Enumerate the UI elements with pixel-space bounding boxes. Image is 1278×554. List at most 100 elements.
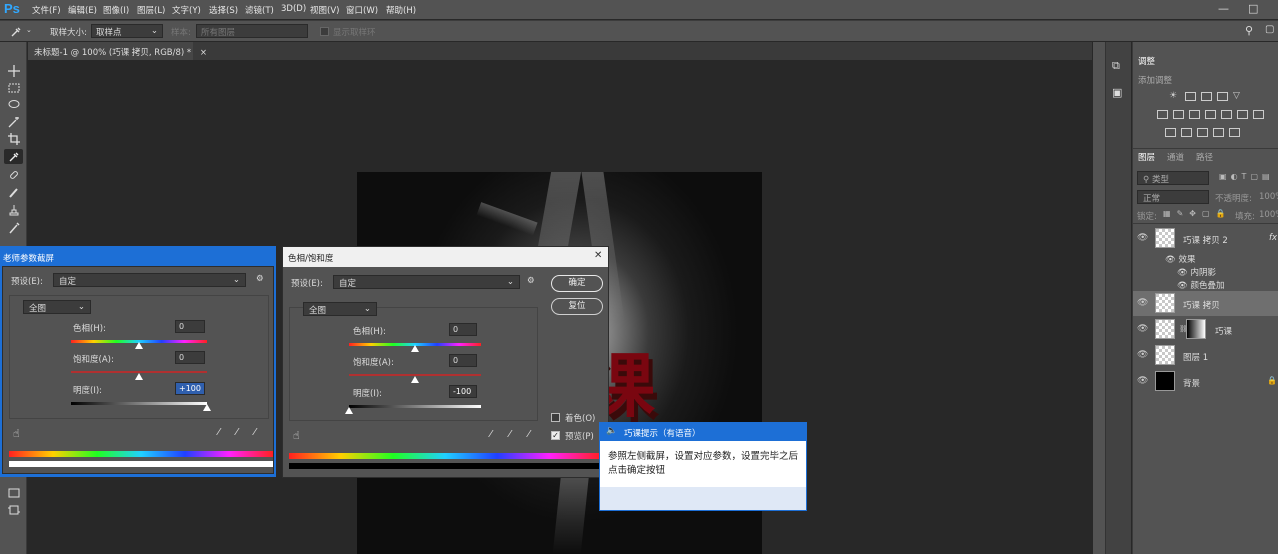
levels-icon[interactable]	[1185, 92, 1196, 101]
visibility-eye-icon[interactable]: 👁	[1137, 324, 1148, 334]
layer-row[interactable]: 👁 巧课 拷贝 2 fx	[1133, 226, 1278, 251]
layer-mask-thumbnail[interactable]	[1186, 319, 1206, 339]
target-adjust-hand-icon[interactable]: ☝	[293, 429, 300, 442]
visibility-eye-icon[interactable]: 👁	[1137, 233, 1148, 243]
visibility-eye-icon[interactable]: 👁	[1137, 298, 1148, 308]
smart-filter-icon[interactable]: ▤	[1262, 172, 1270, 181]
fx-icon[interactable]: fx	[1269, 233, 1277, 243]
workspace-icon[interactable]: ▢	[1265, 24, 1274, 35]
tab-layers[interactable]: 图层	[1138, 151, 1155, 163]
layer-row[interactable]: 👁 图层 1	[1133, 343, 1278, 368]
threshold-icon[interactable]	[1197, 128, 1208, 137]
exposure-icon[interactable]	[1217, 92, 1228, 101]
eyedropper-icon[interactable]: ⁄	[490, 429, 492, 440]
menu-layer[interactable]: 图层(L)	[137, 4, 165, 16]
brush-tool-icon[interactable]	[4, 184, 23, 199]
lock-transparent-icon[interactable]: ▦	[1163, 209, 1171, 218]
color-balance-icon[interactable]	[1173, 110, 1184, 119]
menu-edit[interactable]: 编辑(E)	[68, 4, 97, 16]
properties-panel-icon[interactable]: ▣	[1112, 86, 1122, 99]
brightness-icon[interactable]: ☀	[1169, 92, 1180, 101]
shape-filter-icon[interactable]: ▢	[1250, 172, 1258, 181]
adjust-filter-icon[interactable]: ◐	[1231, 172, 1238, 181]
crop-tool-icon[interactable]	[4, 131, 23, 146]
lightness-slider-thumb[interactable]	[345, 407, 353, 414]
document-tab[interactable]: 未标题-1 @ 100% (巧课 拷贝, RGB/8) * ×	[28, 42, 207, 60]
saturation-input[interactable]: 0	[449, 354, 477, 367]
preset-select[interactable]: 自定 ⌄	[333, 275, 520, 289]
layer-row[interactable]: 👁 背景 🔒	[1133, 369, 1278, 394]
lock-artboard-icon[interactable]: ▢	[1202, 209, 1210, 218]
lock-position-icon[interactable]: ✥	[1189, 209, 1196, 218]
ok-button[interactable]: 确定	[551, 275, 603, 292]
effect-color-overlay-row[interactable]: 👁 颜色叠加	[1177, 279, 1225, 291]
reset-button[interactable]: 复位	[551, 298, 603, 315]
lock-image-icon[interactable]: ✎	[1177, 209, 1184, 218]
eyedropper-icon[interactable]	[10, 26, 22, 38]
effect-inner-shadow-row[interactable]: 👁 内阴影	[1177, 266, 1216, 278]
saturation-slider-thumb[interactable]	[411, 376, 419, 383]
menu-filter[interactable]: 滤镜(T)	[245, 4, 274, 16]
color-lookup-icon[interactable]	[1237, 110, 1248, 119]
menu-view[interactable]: 视图(V)	[310, 4, 339, 16]
channel-mixer-icon[interactable]	[1221, 110, 1232, 119]
menu-image[interactable]: 图像(I)	[103, 4, 129, 16]
hue-saturation-icon[interactable]	[1157, 110, 1168, 119]
close-dialog-icon[interactable]: ✕	[594, 250, 602, 261]
marquee-tool-icon[interactable]	[4, 80, 23, 95]
curves-icon[interactable]	[1201, 92, 1212, 101]
eyedropper-tool-icon[interactable]	[4, 149, 23, 164]
layer-row[interactable]: 👁 ⛓ 巧课	[1133, 317, 1278, 342]
menu-3d[interactable]: 3D(D)	[281, 4, 306, 14]
frame-tool-icon[interactable]	[4, 502, 23, 517]
sample-select[interactable]: 所有图层	[196, 24, 308, 38]
menu-help[interactable]: 帮助(H)	[386, 4, 416, 16]
layer-filter-select[interactable]: ⚲ 类型	[1137, 171, 1209, 185]
channel-select[interactable]: 全图 ⌄	[303, 302, 377, 316]
tab-adjustments[interactable]: 调整	[1138, 55, 1155, 67]
magic-wand-tool-icon[interactable]	[4, 114, 23, 129]
grid-icon[interactable]	[1253, 110, 1264, 119]
colorize-checkbox[interactable]	[551, 413, 560, 422]
tab-channels[interactable]: 通道	[1167, 151, 1184, 163]
vibrance-icon[interactable]: ▽	[1233, 92, 1244, 101]
maximize-button[interactable]: □	[1248, 2, 1258, 15]
image-filter-icon[interactable]: ▣	[1219, 172, 1227, 181]
visibility-eye-icon[interactable]: 👁	[1137, 350, 1148, 360]
screen-mode-icon[interactable]	[4, 485, 23, 500]
black-white-icon[interactable]	[1189, 110, 1200, 119]
chevron-down-icon[interactable]: ⌄	[26, 26, 32, 34]
fill-value[interactable]: 100%	[1259, 210, 1278, 220]
hue-slider-thumb[interactable]	[411, 345, 419, 352]
preview-checkbox[interactable]: ✓	[551, 431, 560, 440]
gear-icon[interactable]: ⚙	[527, 276, 535, 286]
healing-brush-tool-icon[interactable]	[4, 167, 23, 182]
move-tool-icon[interactable]	[4, 63, 23, 78]
lock-all-icon[interactable]: 🔒	[1216, 209, 1226, 218]
hue-input[interactable]: 0	[449, 323, 477, 336]
lightness-input[interactable]: -100	[449, 385, 477, 398]
tab-paths[interactable]: 路径	[1196, 151, 1213, 163]
menu-file[interactable]: 文件(F)	[32, 4, 61, 16]
show-ring-checkbox[interactable]	[320, 27, 329, 36]
selective-color-icon[interactable]	[1213, 128, 1224, 137]
lightness-slider-track[interactable]	[349, 405, 481, 408]
type-filter-icon[interactable]: T	[1242, 172, 1247, 181]
layer-row-selected[interactable]: 👁 巧课 拷贝	[1133, 291, 1278, 316]
stamp-tool-icon[interactable]	[4, 202, 23, 217]
history-panel-icon[interactable]: ⧉	[1112, 59, 1120, 73]
invert-icon[interactable]	[1165, 128, 1176, 137]
visibility-eye-icon[interactable]: 👁	[1137, 376, 1148, 386]
minimize-button[interactable]: —	[1218, 2, 1229, 15]
history-brush-tool-icon[interactable]	[4, 220, 23, 235]
menu-type[interactable]: 文字(Y)	[172, 4, 201, 16]
blend-mode-select[interactable]: 正常	[1137, 190, 1209, 204]
close-tab-icon[interactable]: ×	[200, 48, 207, 58]
posterize-icon[interactable]	[1181, 128, 1192, 137]
search-icon[interactable]: ⚲	[1245, 24, 1253, 37]
color-overlay-eye-icon[interactable]: 👁	[1177, 281, 1191, 291]
sample-size-select[interactable]: 取样点 ⌄	[91, 24, 163, 38]
effects-eye-icon[interactable]: 👁	[1165, 255, 1179, 265]
photo-filter-icon[interactable]	[1205, 110, 1216, 119]
lasso-tool-icon[interactable]	[4, 97, 23, 112]
